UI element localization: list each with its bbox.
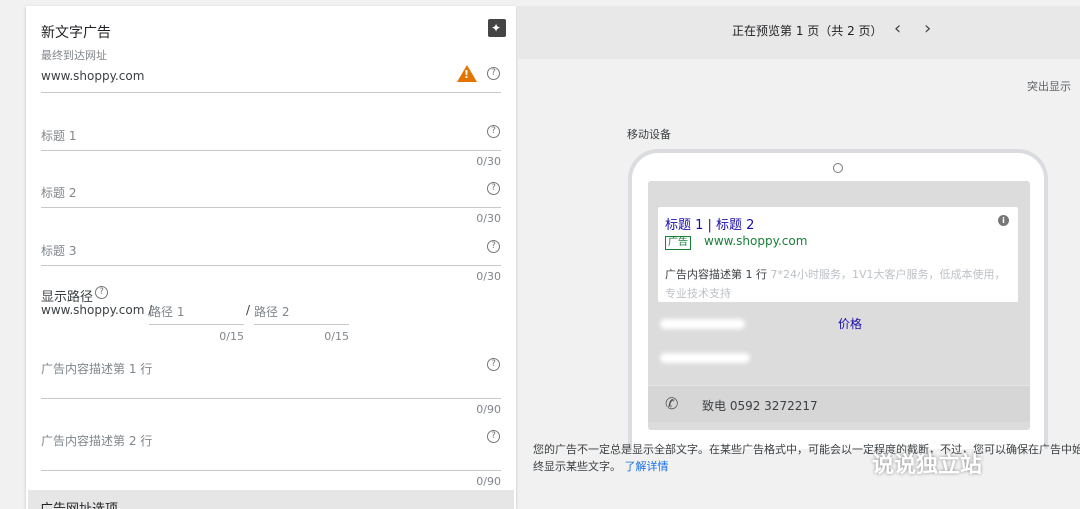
ad-form-panel: 新文字广告 最终到达网址 www.shoppy.com ! ? 标题 1 ? 0… [26,6,516,509]
sitelink-price[interactable]: 价格 [838,315,862,332]
help-icon[interactable]: ? [487,430,500,443]
call-text: 致电 0592 3272217 [702,399,818,413]
divider [41,470,501,471]
display-path-domain: www.shoppy.com / [41,303,153,317]
headline3-input[interactable]: 标题 3 [41,242,76,259]
path2-count: 0/15 [324,330,349,343]
help-icon[interactable]: ? [487,67,500,80]
ad-card: 标题 1 | 标题 2 i 广告 www.shoppy.com 广告内容描述第 … [658,207,1018,302]
learn-more-link[interactable]: 了解详情 [625,460,669,473]
ad-display-url: www.shoppy.com [704,234,808,248]
headline1-count: 0/30 [476,155,501,168]
preview-note: 您的广告不一定总是显示全部文字。在某些广告格式中，可能会以一定程度的截断，不过，… [533,441,1080,475]
warning-icon: ! [457,65,477,82]
sitelink-blurred[interactable] [660,319,745,329]
headline2-input[interactable]: 标题 2 [41,184,76,201]
ad-badge: 广告 [665,236,691,250]
watermark: 说说独立站 [872,453,983,478]
preview-toolbar: 正在预览第 1 页（共 2 页） ‹ › [518,6,1080,59]
path1-underline [149,324,244,325]
description1-count: 0/90 [476,403,501,416]
camera-icon [833,163,843,173]
sitelink-blurred[interactable] [660,353,750,363]
divider [41,92,501,93]
page-indicator: 正在预览第 1 页（共 2 页） [732,24,883,38]
help-icon[interactable]: ? [487,240,500,253]
description2-input[interactable]: 广告内容描述第 2 行 [41,432,152,449]
help-icon[interactable]: ? [487,182,500,195]
mobile-device-label: 移动设备 [627,128,671,141]
chevron-right-icon[interactable]: › [924,18,931,39]
phone-icon: ✆ [665,394,679,413]
headline3-count: 0/30 [476,270,501,283]
help-icon[interactable]: ? [95,286,108,299]
add-note-icon[interactable] [488,19,506,37]
help-icon[interactable]: ? [487,125,500,138]
divider [41,150,501,151]
info-icon[interactable]: i [998,215,1009,226]
description2-count: 0/90 [476,475,501,488]
mobile-phone-frame: 标题 1 | 标题 2 i 广告 www.shoppy.com 广告内容描述第 … [628,149,1048,449]
final-url-input[interactable]: www.shoppy.com [41,69,144,83]
preview-note-text: 您的广告不一定总是显示全部文字。在某些广告格式中，可能会以一定程度的截断，不过，… [533,443,1080,473]
headline2-count: 0/30 [476,212,501,225]
description1-input[interactable]: 广告内容描述第 1 行 [41,360,152,377]
headline1-input[interactable]: 标题 1 [41,127,76,144]
ad-desc-line: 广告内容描述第 1 行 [665,268,767,281]
divider [41,207,501,208]
url-options-label: 广告网址选项 [40,498,118,509]
path1-count: 0/15 [219,330,244,343]
url-options-expander[interactable]: 广告网址选项 [28,490,514,509]
divider [41,398,501,399]
help-icon[interactable]: ? [487,358,500,371]
path2-input[interactable]: 路径 2 [254,303,289,320]
ad-headline[interactable]: 标题 1 | 标题 2 [665,214,754,233]
call-extension[interactable]: ✆ 致电 0592 3272217 [648,385,1030,422]
path2-underline [254,324,349,325]
chevron-left-icon[interactable]: ‹ [894,18,901,39]
path1-input[interactable]: 路径 1 [149,303,184,320]
path-separator: / [246,303,251,317]
ad-description: 广告内容描述第 1 行 7*24小时服务，1V1大客户服务，低成本使用，专业技术… [665,265,1010,303]
form-title: 新文字广告 [41,25,111,41]
divider [41,265,501,266]
prominent-label[interactable]: 突出显示 [1027,78,1071,94]
final-url-label: 最终到达网址 [41,49,107,62]
phone-screen: 标题 1 | 标题 2 i 广告 www.shoppy.com 广告内容描述第 … [648,181,1030,430]
